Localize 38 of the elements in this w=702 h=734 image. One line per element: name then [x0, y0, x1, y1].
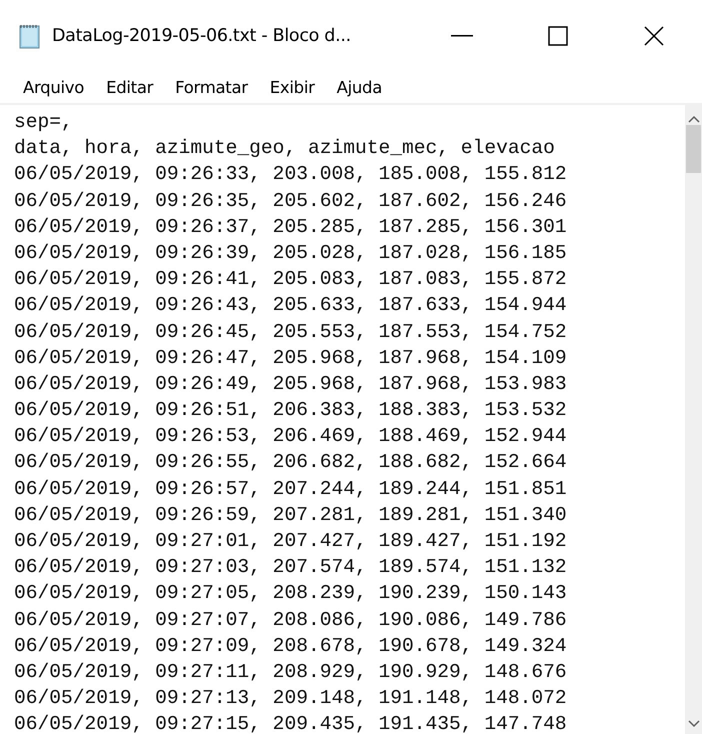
text-line: 06/05/2019, 09:27:15, 209.435, 191.435, 147.748 [14, 712, 568, 734]
text-line: 06/05/2019, 09:27:03, 207.574, 189.574, 151.132 [14, 555, 568, 580]
vertical-scrollbar[interactable] [685, 105, 702, 734]
text-line: 06/05/2019, 09:26:45, 205.553, 187.553, 154.752 [14, 320, 568, 344]
text-line: 06/05/2019, 09:26:55, 206.682, 188.682, 152.664 [14, 450, 568, 476]
text-line: 06/05/2019, 09:26:43, 205.633, 187.633, 154.944 [14, 293, 568, 318]
text-line: 06/05/2019, 09:26:35, 205.602, 187.602, 156.246 [14, 188, 568, 214]
notepad-icon [18, 23, 42, 49]
text-line: 06/05/2019, 09:26:33, 203.008, 185.008, 155.812 [14, 162, 568, 188]
scroll-up-icon [688, 115, 700, 123]
text-line: data, hora, azimute_geo, azimute_mec, elevacao [14, 136, 556, 162]
text-line: 06/05/2019, 09:27:07, 208.086, 190.086, 149.786 [14, 608, 568, 633]
text-line: 06/05/2019, 09:27:11, 208.929, 190.929, 148.676 [14, 660, 568, 685]
text-line: 06/05/2019, 09:27:05, 208.239, 190.239, 150.143 [14, 581, 568, 606]
maximize-icon [548, 26, 568, 46]
text-line: sep=, [14, 110, 74, 135]
text-line: 06/05/2019, 09:26:37, 205.285, 187.285, 156.301 [14, 214, 568, 240]
text-line: 06/05/2019, 09:26:39, 205.028, 187.028, 156.185 [14, 240, 568, 266]
text-line: 06/05/2019, 09:26:47, 205.968, 187.968, 154.109 [14, 346, 568, 371]
close-icon [644, 26, 664, 46]
text-line: 06/05/2019, 09:26:59, 207.281, 189.281, 151.340 [14, 502, 568, 528]
text-line: 06/05/2019, 09:27:01, 207.427, 189.427, 151.192 [14, 529, 568, 554]
text-line: 06/05/2019, 09:26:41, 205.083, 187.083, 155.872 [14, 267, 568, 292]
scroll-thumb[interactable] [686, 125, 701, 173]
menu-item[interactable]: Editar [95, 74, 164, 102]
text-line: 06/05/2019, 09:27:13, 209.148, 191.148, 148.072 [14, 686, 568, 712]
text-line: 06/05/2019, 09:26:49, 205.968, 187.968, 153.983 [14, 372, 568, 397]
window-title: DataLog-2019-05-06.txt - Bloco d... [52, 26, 351, 46]
text-line: 06/05/2019, 09:26:57, 207.244, 189.244, 151.851 [14, 476, 568, 502]
menu-item[interactable]: Exibir [258, 74, 326, 102]
text-line: 06/05/2019, 09:26:51, 206.383, 188.383, 153.532 [14, 398, 568, 424]
text-line: 06/05/2019, 09:27:09, 208.678, 190.678, 149.324 [14, 634, 568, 659]
menu-item[interactable]: Formatar [164, 74, 259, 102]
minimize-icon [451, 35, 473, 37]
menu-item[interactable]: Ajuda [326, 74, 394, 102]
menu-item[interactable]: Arquivo [12, 74, 96, 102]
scroll-down-icon [688, 720, 700, 728]
text-line: 06/05/2019, 09:26:53, 206.469, 188.469, 152.944 [14, 424, 568, 450]
